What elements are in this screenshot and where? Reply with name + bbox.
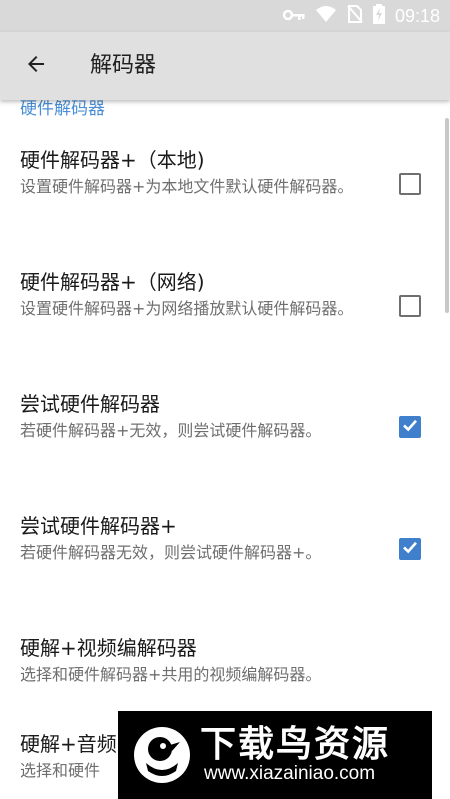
section-header: 硬件解码器 bbox=[20, 100, 105, 119]
battery-charging-icon bbox=[372, 4, 385, 28]
app-toolbar: 解码器 bbox=[0, 32, 450, 100]
pref-summary: 设置硬件解码器+为网络播放默认硬件解码器。 bbox=[20, 299, 354, 318]
checkbox-try-hw-decoder[interactable] bbox=[399, 416, 421, 438]
status-icons: 09:18 bbox=[282, 0, 440, 32]
pref-title: 硬解+音频 bbox=[20, 732, 117, 756]
pref-hw-decoder-local[interactable]: 硬件解码器+（本地) 设置硬件解码器+为本地文件默认硬件解码器。 bbox=[0, 130, 450, 240]
status-bar: 09:18 bbox=[0, 0, 450, 32]
pref-title: 硬件解码器+（网络) bbox=[20, 270, 205, 294]
back-button[interactable] bbox=[12, 42, 60, 90]
pref-title: 硬件解码器+（本地) bbox=[20, 148, 205, 172]
pref-summary: 若硬件解码器无效，则尝试硬件解码器+。 bbox=[20, 543, 322, 562]
watermark-url: www.xiazainiao.com bbox=[204, 763, 376, 784]
pref-title: 尝试硬件解码器 bbox=[20, 392, 160, 416]
page-title: 解码器 bbox=[90, 53, 157, 78]
checkbox-hw-decoder-local[interactable] bbox=[399, 173, 421, 195]
watermark: 下载鸟资源 www.xiazainiao.com bbox=[118, 711, 432, 799]
arrow-left-icon bbox=[24, 52, 48, 80]
wifi-icon bbox=[315, 5, 337, 27]
checkbox-try-hw-decoder-plus[interactable] bbox=[399, 538, 421, 560]
no-sim-icon bbox=[347, 5, 363, 27]
checkbox-hw-decoder-network[interactable] bbox=[399, 295, 421, 317]
watermark-text: 下载鸟资源 bbox=[200, 724, 391, 765]
pref-try-hw-decoder[interactable]: 尝试硬件解码器 若硬件解码器+无效，则尝试硬件解码器。 bbox=[0, 374, 450, 484]
bird-logo-icon bbox=[132, 725, 192, 785]
preferences-list[interactable]: 硬件解码器 硬件解码器+（本地) 设置硬件解码器+为本地文件默认硬件解码器。 硬… bbox=[0, 100, 450, 799]
pref-hw-video-codecs[interactable]: 硬解+视频编解码器 选择和硬件解码器+共用的视频编解码器。 bbox=[0, 618, 450, 708]
pref-summary: 设置硬件解码器+为本地文件默认硬件解码器。 bbox=[20, 177, 354, 196]
pref-summary: 选择和硬件解码器+共用的视频编解码器。 bbox=[20, 665, 322, 684]
check-icon bbox=[401, 416, 419, 438]
key-icon bbox=[282, 7, 305, 26]
status-time: 09:18 bbox=[394, 5, 440, 26]
pref-try-hw-decoder-plus[interactable]: 尝试硬件解码器+ 若硬件解码器无效，则尝试硬件解码器+。 bbox=[0, 496, 450, 606]
pref-title: 尝试硬件解码器+ bbox=[20, 514, 177, 538]
check-icon bbox=[401, 538, 419, 560]
scrollbar[interactable] bbox=[445, 118, 449, 313]
pref-summary: 若硬件解码器+无效，则尝试硬件解码器。 bbox=[20, 421, 322, 440]
pref-title: 硬解+视频编解码器 bbox=[20, 636, 197, 660]
pref-hw-decoder-network[interactable]: 硬件解码器+（网络) 设置硬件解码器+为网络播放默认硬件解码器。 bbox=[0, 252, 450, 362]
